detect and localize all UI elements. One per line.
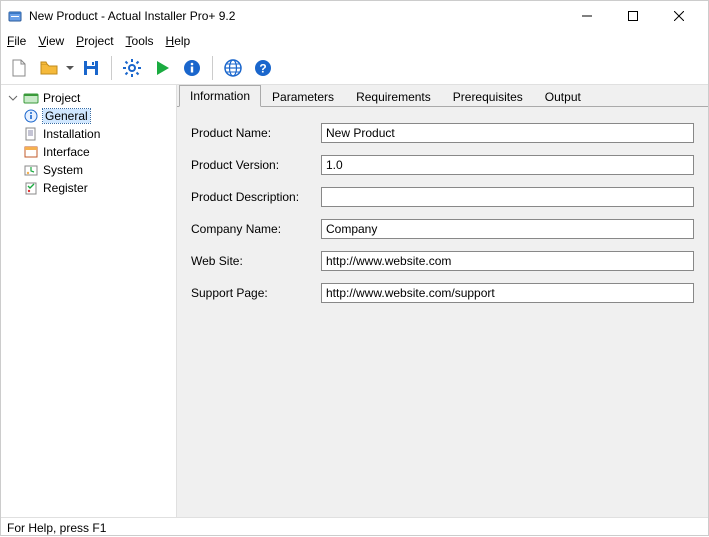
info-button[interactable]: [178, 54, 206, 82]
tab-information[interactable]: Information: [179, 85, 261, 107]
system-icon: [23, 162, 39, 178]
web-site-label: Web Site:: [191, 254, 321, 268]
tab-parameters[interactable]: Parameters: [261, 86, 345, 107]
menu-view[interactable]: View: [38, 34, 64, 48]
tree-collapse-icon[interactable]: [7, 93, 19, 103]
globe-button[interactable]: [219, 54, 247, 82]
company-name-label: Company Name:: [191, 222, 321, 236]
menu-project[interactable]: Project: [76, 34, 113, 48]
settings-button[interactable]: [118, 54, 146, 82]
content-panel: Information Parameters Requirements Prer…: [177, 85, 708, 517]
tab-output[interactable]: Output: [534, 86, 592, 107]
status-text: For Help, press F1: [7, 521, 106, 535]
product-description-input[interactable]: [321, 187, 694, 207]
close-button[interactable]: [656, 1, 702, 31]
tab-requirements[interactable]: Requirements: [345, 86, 442, 107]
project-tree: Project General Installation Interface S…: [1, 85, 177, 517]
minimize-button[interactable]: [564, 1, 610, 31]
company-name-input[interactable]: [321, 219, 694, 239]
tree-item-label: Interface: [43, 145, 90, 159]
product-name-input[interactable]: [321, 123, 694, 143]
statusbar: For Help, press F1: [1, 517, 708, 537]
product-version-input[interactable]: [321, 155, 694, 175]
open-file-button[interactable]: [35, 54, 63, 82]
support-page-label: Support Page:: [191, 286, 321, 300]
form-area: Product Name: Product Version: Product D…: [177, 107, 708, 517]
run-button[interactable]: [148, 54, 176, 82]
register-icon: [23, 180, 39, 196]
titlebar: New Product - Actual Installer Pro+ 9.2: [1, 1, 708, 31]
tree-root-project[interactable]: Project: [3, 89, 174, 107]
toolbar-separator-2: [212, 56, 213, 80]
menu-help[interactable]: Help: [166, 34, 191, 48]
tree-item-label: System: [43, 163, 83, 177]
tree-root-label: Project: [43, 91, 80, 105]
tree-item-label: Register: [43, 181, 88, 195]
menu-file[interactable]: File: [7, 34, 26, 48]
toolbar-separator: [111, 56, 112, 80]
product-name-label: Product Name:: [191, 126, 321, 140]
tree-item-register[interactable]: Register: [3, 179, 174, 197]
svg-text:?: ?: [259, 61, 266, 75]
help-button[interactable]: ?: [249, 54, 277, 82]
open-dropdown-caret[interactable]: [65, 64, 75, 72]
tree-item-system[interactable]: System: [3, 161, 174, 179]
tree-item-label: Installation: [43, 127, 100, 141]
tab-prerequisites[interactable]: Prerequisites: [442, 86, 534, 107]
page-icon: [23, 126, 39, 142]
tree-item-interface[interactable]: Interface: [3, 143, 174, 161]
menubar: File View Project Tools Help: [1, 31, 708, 51]
toolbar: ?: [1, 51, 708, 85]
tree-item-general[interactable]: General: [3, 107, 174, 125]
tree-item-installation[interactable]: Installation: [3, 125, 174, 143]
product-description-label: Product Description:: [191, 190, 321, 204]
interface-icon: [23, 144, 39, 160]
tab-strip: Information Parameters Requirements Prer…: [177, 85, 708, 107]
project-icon: [23, 90, 39, 106]
maximize-button[interactable]: [610, 1, 656, 31]
menu-tools[interactable]: Tools: [126, 34, 154, 48]
window-title: New Product - Actual Installer Pro+ 9.2: [29, 9, 564, 23]
web-site-input[interactable]: [321, 251, 694, 271]
support-page-input[interactable]: [321, 283, 694, 303]
app-icon: [7, 8, 23, 24]
info-small-icon: [23, 108, 39, 124]
product-version-label: Product Version:: [191, 158, 321, 172]
new-file-button[interactable]: [5, 54, 33, 82]
tree-item-label: General: [43, 109, 90, 123]
save-button[interactable]: [77, 54, 105, 82]
